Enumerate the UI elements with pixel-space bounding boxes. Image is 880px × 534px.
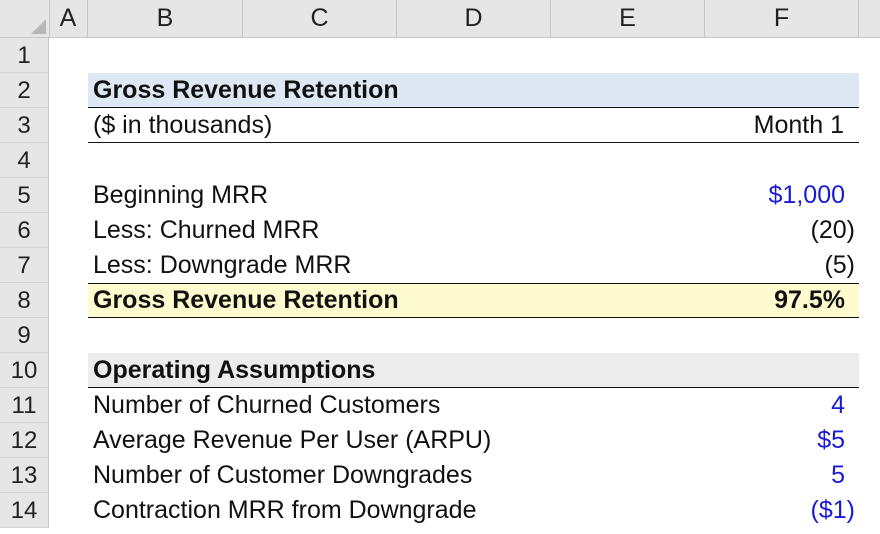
column-header-d[interactable]: D	[397, 0, 551, 37]
beginning-mrr-label[interactable]: Beginning MRR	[93, 178, 268, 213]
churned-customers-value[interactable]: 4	[705, 388, 845, 423]
contraction-mrr-label[interactable]: Contraction MRR from Downgrade	[93, 493, 476, 528]
beginning-mrr-value[interactable]: $1,000	[705, 178, 845, 213]
contraction-mrr-value[interactable]: ($1)	[705, 493, 855, 528]
column-header-f[interactable]: F	[705, 0, 859, 37]
churned-mrr-label[interactable]: Less: Churned MRR	[93, 213, 319, 248]
period-label[interactable]: Month 1	[705, 108, 844, 143]
row-header-1[interactable]: 1	[0, 38, 49, 73]
row-header-7[interactable]: 7	[0, 248, 49, 283]
row-header-5[interactable]: 5	[0, 178, 49, 213]
row-header-11[interactable]: 11	[0, 388, 49, 423]
column-header-b[interactable]: B	[88, 0, 243, 37]
row-header-8[interactable]: 8	[0, 283, 49, 318]
downgrades-label[interactable]: Number of Customer Downgrades	[93, 458, 472, 493]
downgrades-value[interactable]: 5	[705, 458, 845, 493]
row-header-6[interactable]: 6	[0, 213, 49, 248]
row-header-9[interactable]: 9	[0, 318, 49, 353]
column-header-a[interactable]: A	[49, 0, 88, 37]
grr-result-value[interactable]: 97.5%	[705, 283, 845, 318]
row-header-3[interactable]: 3	[0, 108, 49, 143]
select-all-corner[interactable]	[0, 0, 50, 37]
churned-customers-label[interactable]: Number of Churned Customers	[93, 388, 440, 423]
assumptions-title[interactable]: Operating Assumptions	[93, 353, 375, 388]
row-header-2[interactable]: 2	[0, 73, 49, 108]
select-all-triangle-icon	[31, 19, 46, 34]
spreadsheet: A B C D E F 1 2 3 4 5 6 7 8 9 10 11 12 1…	[0, 0, 880, 534]
row-header-10[interactable]: 10	[0, 353, 49, 388]
row-header-4[interactable]: 4	[0, 143, 49, 178]
grr-section-title[interactable]: Gross Revenue Retention	[93, 73, 399, 108]
column-header-c[interactable]: C	[243, 0, 397, 37]
arpu-value[interactable]: $5	[705, 423, 845, 458]
arpu-label[interactable]: Average Revenue Per User (ARPU)	[93, 423, 491, 458]
downgrade-mrr-value[interactable]: (5)	[705, 248, 855, 283]
units-label[interactable]: ($ in thousands)	[93, 108, 272, 143]
column-header-e[interactable]: E	[551, 0, 705, 37]
row-3-underline	[88, 142, 859, 143]
downgrade-mrr-label[interactable]: Less: Downgrade MRR	[93, 248, 351, 283]
grr-result-label[interactable]: Gross Revenue Retention	[93, 283, 399, 318]
row-header-14[interactable]: 14	[0, 493, 49, 528]
row-header-12[interactable]: 12	[0, 423, 49, 458]
churned-mrr-value[interactable]: (20)	[705, 213, 855, 248]
row-header-13[interactable]: 13	[0, 458, 49, 493]
